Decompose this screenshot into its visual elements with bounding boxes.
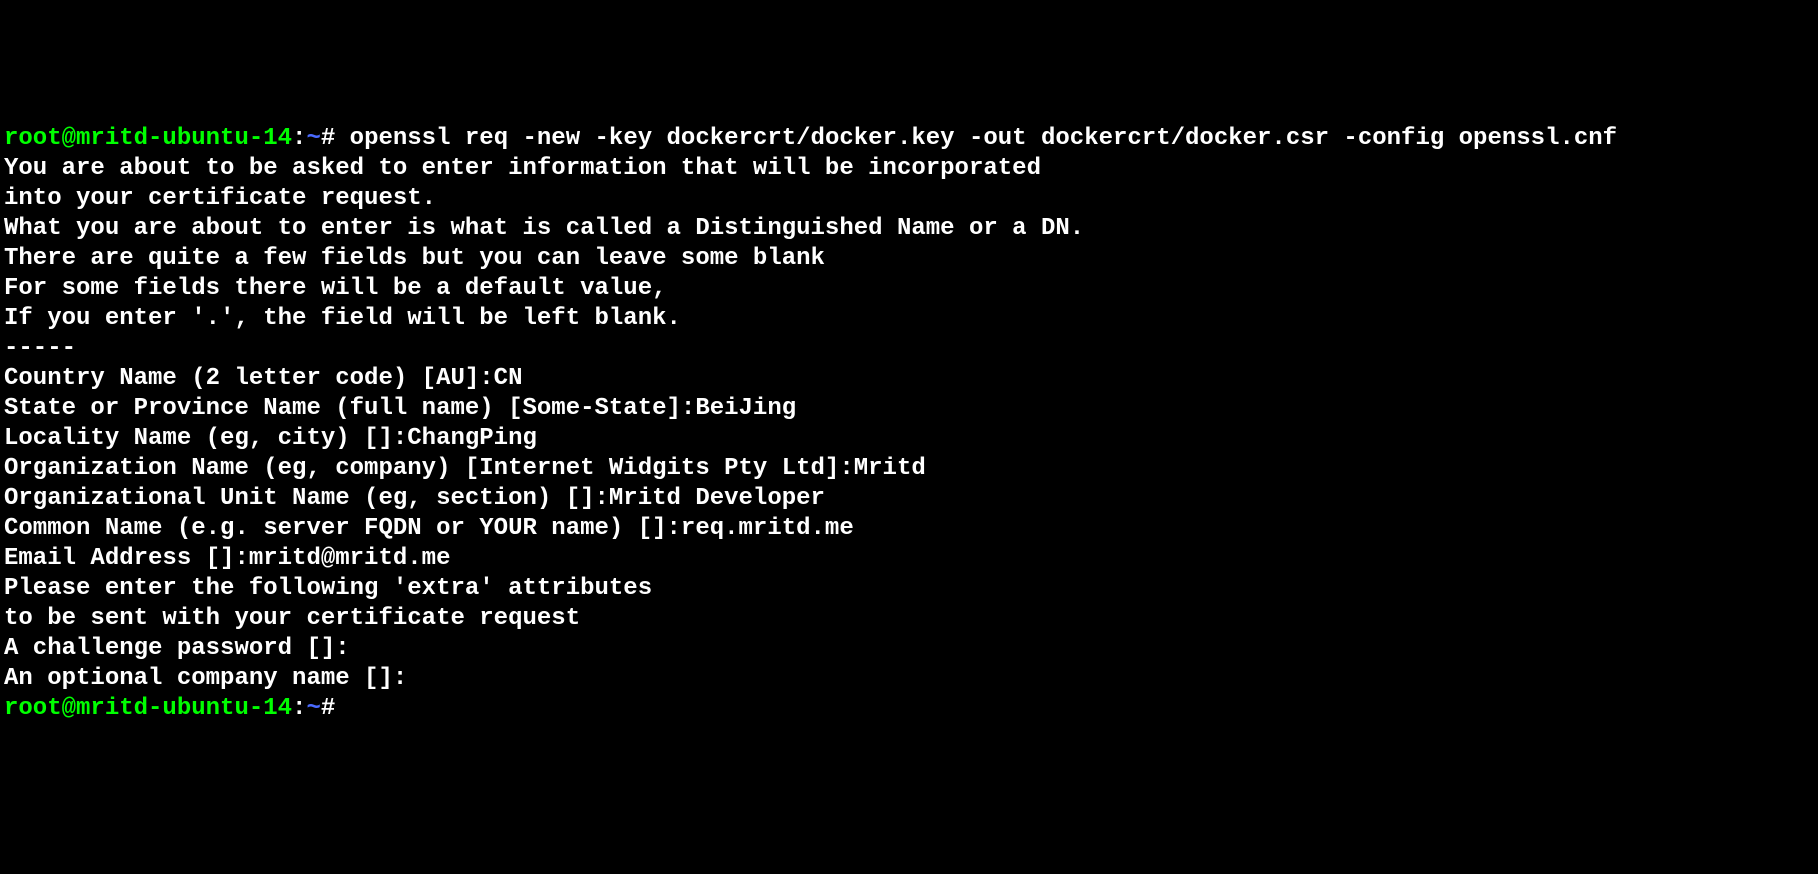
- output-line: There are quite a few fields but you can…: [4, 244, 1814, 274]
- terminal-output[interactable]: root@mritd-ubuntu-14:~# openssl req -new…: [4, 124, 1814, 724]
- prompt-user: root@mritd-ubuntu-14: [4, 125, 292, 152]
- prompt-line-2[interactable]: root@mritd-ubuntu-14:~#: [4, 694, 1814, 724]
- output-line: Organization Name (eg, company) [Interne…: [4, 454, 1814, 484]
- output-line: into your certificate request.: [4, 184, 1814, 214]
- output-line: Country Name (2 letter code) [AU]:CN: [4, 364, 1814, 394]
- prompt-line-1: root@mritd-ubuntu-14:~# openssl req -new…: [4, 124, 1814, 154]
- output-line: -----: [4, 334, 1814, 364]
- prompt-hash: #: [321, 695, 335, 722]
- output-line: For some fields there will be a default …: [4, 274, 1814, 304]
- prompt-sep: :: [292, 695, 306, 722]
- prompt-path: ~: [306, 695, 320, 722]
- prompt-user: root@mritd-ubuntu-14: [4, 695, 292, 722]
- output-line: Organizational Unit Name (eg, section) […: [4, 484, 1814, 514]
- output-line: to be sent with your certificate request: [4, 604, 1814, 634]
- output-line: A challenge password []:: [4, 634, 1814, 664]
- output-line: An optional company name []:: [4, 664, 1814, 694]
- prompt-path: ~: [306, 125, 320, 152]
- command-text: openssl req -new -key dockercrt/docker.k…: [350, 125, 1617, 152]
- output-line: Common Name (e.g. server FQDN or YOUR na…: [4, 514, 1814, 544]
- output-line: Please enter the following 'extra' attri…: [4, 574, 1814, 604]
- prompt-sep: :: [292, 125, 306, 152]
- output-line: What you are about to enter is what is c…: [4, 214, 1814, 244]
- output-line: If you enter '.', the field will be left…: [4, 304, 1814, 334]
- output-line: You are about to be asked to enter infor…: [4, 154, 1814, 184]
- prompt-hash: #: [321, 125, 350, 152]
- output-line: Locality Name (eg, city) []:ChangPing: [4, 424, 1814, 454]
- output-line: Email Address []:mritd@mritd.me: [4, 544, 1814, 574]
- output-line: State or Province Name (full name) [Some…: [4, 394, 1814, 424]
